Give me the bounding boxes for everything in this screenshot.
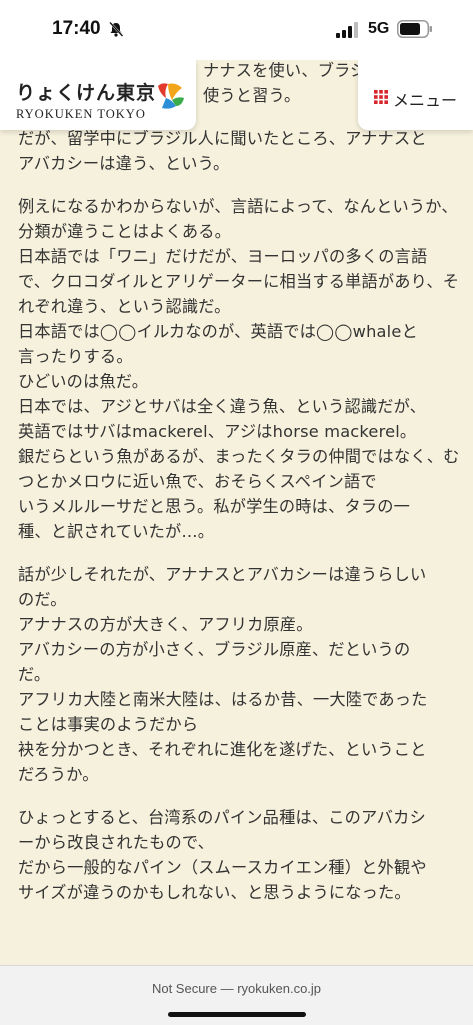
bell-muted-icon [109, 21, 124, 37]
text-line: 種、と訳されていたが…。 [18, 522, 215, 541]
status-time: 17:40 [52, 18, 101, 39]
paragraph: ひょっとすると、台湾系のパイン品種は、このアバカシ ーから改良されたもので、 だ… [18, 805, 460, 905]
cellular-signal-icon [336, 22, 358, 38]
text-line: アバカシーは違う、という。 [18, 154, 230, 173]
text-line: 英語ではサバはmackerel、アジはhorse mackerel。 [18, 422, 417, 441]
text-line: 話が少しそれたが、アナナスとアバカシーは違うらしい [18, 565, 427, 584]
logo-japanese-text: りょくけん東京 [16, 82, 157, 104]
network-type: 5G [368, 20, 390, 37]
menu-button[interactable]: メニュー [358, 60, 473, 130]
home-indicator[interactable] [168, 1012, 306, 1017]
logo-mark-icon [158, 83, 184, 109]
paragraph: だが、留学中にブラジル人に聞いたところ、アナナスと アバカシーは違う、という。 [18, 126, 460, 176]
text-line: サイズが違うのかもしれない、と思うようになった。 [18, 883, 411, 902]
text-line: のだ。 [18, 590, 67, 609]
text-line: ことは事実のようだから [18, 715, 199, 734]
article-body: ナナスを使い、ブラジル 使うと習う。 だが、留学中にブラジル人に聞いたところ、ア… [18, 58, 460, 923]
text-line: 日本語では「ワニ」だけだが、ヨーロッパの多くの言語 [18, 247, 428, 266]
text-line: だろうか。 [18, 765, 99, 784]
text-line: いうメルルーサだと思う。私が学生の時は、タラの一 [18, 497, 411, 516]
text-line: 袂を分かつとき、それぞれに進化を遂げた、ということ [18, 740, 427, 759]
text-line: で、クロコダイルとアリゲーターに相当する単語があり、それぞれ違う、という認識だ。 [18, 272, 460, 316]
text-line: ひどいのは魚だ。 [18, 372, 149, 391]
url-text[interactable]: Not Secure — ryokuken.co.jp [0, 981, 473, 996]
text-line: 例えになるかわからないが、言語によって、なんというか、分類が違うことはよくある。 [18, 197, 458, 241]
logo-english-text: RYOKUKEN TOKYO [16, 107, 146, 121]
site-logo[interactable]: りょくけん東京 RYOKUKEN TOKYO [0, 60, 196, 130]
battery-icon [397, 20, 432, 38]
text-line: 日本語では◯◯イルカなのが、英語では◯◯whaleと [18, 322, 418, 341]
text-line: アナナスの方が大きく、アフリカ原産。 [18, 615, 313, 634]
text-line: アフリカ大陸と南米大陸は、はるか昔、一大陸であった [18, 690, 428, 709]
text-line: 言ったりする。 [18, 347, 133, 366]
text-line: だから一般的なパイン（スムースカイエン種）と外観や [18, 858, 427, 877]
text-line: だ。 [18, 665, 51, 684]
text-line: 銀だらという魚があるが、まったくタラの仲間ではなく、むつとかメロウに近い魚で、お… [18, 447, 460, 491]
paragraph: 例えになるかわからないが、言語によって、なんというか、分類が違うことはよくある。… [18, 194, 460, 544]
browser-address-bar[interactable]: Not Secure — ryokuken.co.jp [0, 965, 473, 1025]
text-line: 日本では、アジとサバは全く違う魚、という認識だが、 [18, 397, 427, 416]
text-line: ひょっとすると、台湾系のパイン品種は、このアバカシ [18, 808, 426, 827]
text-line: ーから改良されたもので、 [18, 833, 215, 852]
grid-menu-icon [374, 90, 388, 104]
status-bar: 17:40 5G [0, 0, 473, 60]
text-line: アバカシーの方が小さく、ブラジル原産、だというの [18, 640, 411, 659]
menu-label: メニュー [393, 91, 458, 110]
paragraph: 話が少しそれたが、アナナスとアバカシーは違うらしい のだ。 アナナスの方が大きく… [18, 562, 460, 787]
